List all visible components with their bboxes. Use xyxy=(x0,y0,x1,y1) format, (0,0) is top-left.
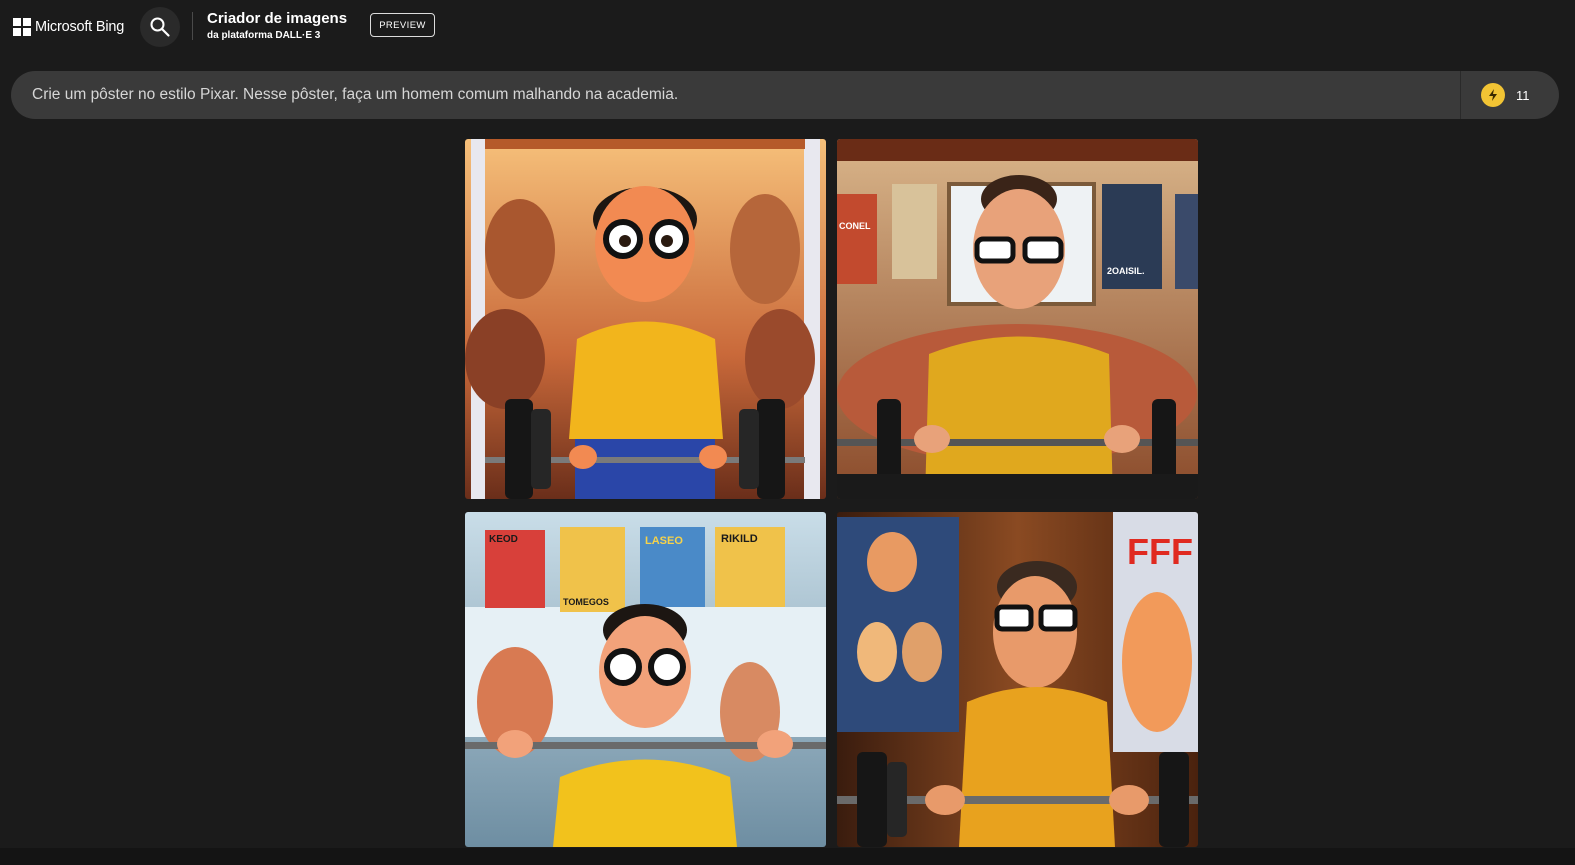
app-title-block[interactable]: Criador de imagens da plataforma DALL·E … xyxy=(207,10,347,43)
boost-count: 11 xyxy=(1516,87,1530,103)
bottom-strip xyxy=(0,848,1575,865)
microsoft-logo-icon xyxy=(13,18,31,36)
poster-text: FFF xyxy=(1127,531,1193,572)
preview-badge: PREVIEW xyxy=(370,13,435,37)
generated-image-1[interactable] xyxy=(465,139,826,499)
header: Microsoft Bing Criador de imagens da pla… xyxy=(0,0,1575,56)
generated-image-4[interactable]: FFF xyxy=(837,512,1198,847)
header-divider xyxy=(192,12,193,40)
poster-text-2: LASEO xyxy=(645,535,683,547)
boost-counter[interactable]: 11 xyxy=(1481,83,1530,107)
prompt-input[interactable] xyxy=(32,71,1452,119)
app-subtitle: da plataforma DALL·E 3 xyxy=(207,30,321,41)
generated-image-3[interactable]: KEOD TOMEGOS LASEO RIKILD xyxy=(465,512,826,847)
search-icon xyxy=(150,17,170,37)
brand-name: Microsoft Bing xyxy=(35,19,125,35)
poster-text: KEOD xyxy=(489,534,518,545)
prompt-bar: 11 xyxy=(11,71,1559,119)
lightning-bolt-icon xyxy=(1481,83,1505,107)
poster-text-4: TOMEGOS xyxy=(563,597,609,607)
poster-text-2: 2OAISIL. xyxy=(1107,266,1145,276)
microsoft-bing-logo[interactable]: Microsoft Bing xyxy=(13,17,124,37)
prompt-bar-separator xyxy=(1460,71,1461,119)
app-title: Criador de imagens xyxy=(207,10,348,27)
poster-text: CONEL xyxy=(839,221,871,231)
poster-text-3: RIKILD xyxy=(721,533,758,545)
search-button[interactable] xyxy=(140,7,180,47)
generated-image-2[interactable]: CONEL 2OAISIL. xyxy=(837,139,1198,499)
